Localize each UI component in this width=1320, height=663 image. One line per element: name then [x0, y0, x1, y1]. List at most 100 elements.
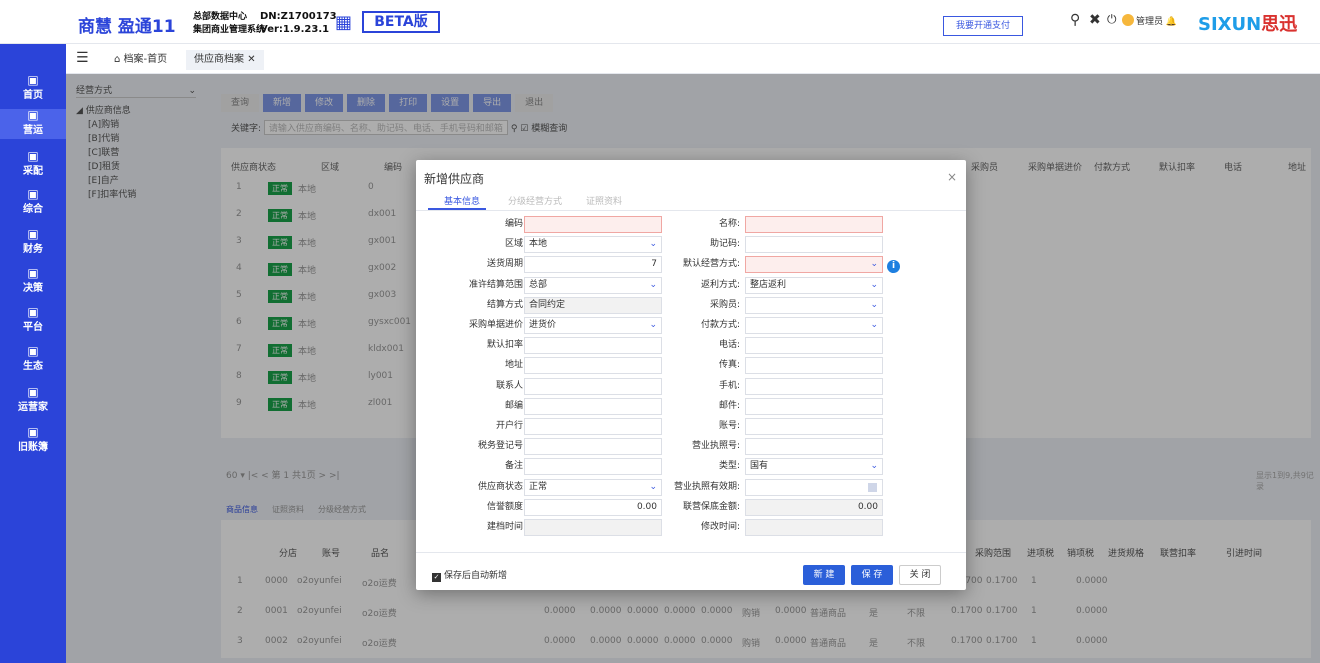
version-label: Ver:1.9.23.1 — [260, 24, 330, 35]
nav-item-platform[interactable]: ▣ 平台 — [0, 306, 66, 336]
nav-item-home[interactable]: ▣ 首页 — [0, 74, 66, 104]
text-field[interactable] — [745, 438, 883, 456]
field-label: 传真: — [718, 360, 740, 371]
tab-tier-operation[interactable]: 分级经营方式 — [508, 194, 562, 207]
tab-licenses[interactable]: 证照资料 — [586, 194, 622, 207]
field-label: 返利方式: — [700, 279, 740, 290]
field-label: 营业执照有效期: — [673, 481, 740, 492]
tab-home[interactable]: ⌂ 档案-首页 — [106, 50, 175, 70]
field-value: 整店返利 — [750, 279, 787, 290]
beta-badge: BETA版 — [362, 11, 440, 33]
bell-icon[interactable]: 🔔 — [1166, 17, 1177, 27]
field-label: 送货周期: — [486, 259, 526, 270]
company-logo: SIXUN思迅 — [1198, 10, 1297, 36]
text-field[interactable] — [745, 236, 883, 254]
chevron-down-icon: ⌄ — [870, 279, 878, 290]
nav-item-label: 采配 — [23, 166, 43, 177]
field-value: 本地 — [529, 239, 548, 250]
operations-icon: ▣ — [27, 108, 39, 122]
nav-item-general[interactable]: ▣ 综合 — [0, 188, 66, 218]
tab-basic-info[interactable]: 基本信息 — [444, 194, 480, 207]
field-label: 邮编: — [504, 400, 526, 411]
nav-item-ops-expert[interactable]: ▣ 运营家 — [0, 386, 66, 416]
field-label: 编码: — [504, 219, 526, 229]
nav-item-operations[interactable]: ▣ 营运 — [0, 109, 66, 139]
nav-item-label: 生态 — [23, 361, 43, 372]
field-label: 手机: — [718, 380, 740, 391]
admin-menu[interactable]: 管理员 🔔 — [1108, 14, 1177, 27]
nav-item-label: 综合 — [23, 204, 43, 215]
field-label: 类型: — [718, 461, 740, 472]
close-icon[interactable]: × — [947, 170, 957, 184]
text-field[interactable] — [745, 377, 883, 395]
tab-home-label: 档案-首页 — [123, 54, 168, 65]
close-tab-icon[interactable]: ✕ — [247, 54, 255, 65]
field-value: 总部 — [529, 279, 548, 290]
nav-item-label: 平台 — [23, 322, 43, 333]
text-field[interactable] — [745, 216, 883, 233]
field-value: 正常 — [529, 481, 548, 492]
nav-item-ecology[interactable]: ▣ 生态 — [0, 345, 66, 375]
field-label: 开户行: — [495, 421, 526, 431]
text-field[interactable] — [745, 397, 883, 415]
field-label: 默认经营方式: — [682, 259, 740, 270]
field-label: 地址: — [504, 360, 526, 371]
tab-bar: ☰ ⌂ 档案-首页 供应商档案 ✕ — [66, 44, 1320, 74]
nav-item-ledger[interactable]: ▣ 旧账簿 — [0, 426, 66, 456]
field-label: 税务登记号: — [477, 441, 526, 452]
nav-item-label: 营运 — [23, 125, 43, 136]
nav-item-finance[interactable]: ▣ 财务 — [0, 228, 66, 258]
close-button[interactable]: 关 闭 — [899, 565, 941, 585]
ledger-icon: ▣ — [27, 425, 39, 439]
text-field[interactable] — [745, 418, 883, 435]
select-field[interactable]: 国有 ⌄ — [745, 458, 883, 476]
select-field[interactable]: ⌄ — [745, 317, 883, 334]
field-value: 国有 — [750, 461, 769, 472]
select-field[interactable]: ⌄ — [745, 256, 883, 274]
nav-item-label: 运营家 — [18, 402, 48, 413]
field-label: 修改时间: — [700, 522, 740, 532]
menu-toggle-icon[interactable]: ☰ — [76, 50, 89, 66]
field-label: 电话: — [718, 340, 740, 351]
text-field[interactable] — [745, 478, 883, 496]
ops-expert-icon: ▣ — [27, 385, 39, 399]
search-icon[interactable]: ⚲ — [1070, 12, 1080, 28]
field-label: 备注: — [504, 461, 526, 472]
info-icon[interactable]: i — [887, 260, 900, 273]
nav-item-label: 旧账簿 — [18, 442, 48, 453]
home-icon: ▣ — [27, 73, 39, 87]
fullscreen-icon[interactable]: ✖ — [1089, 12, 1101, 28]
tab-supplier[interactable]: 供应商档案 ✕ — [186, 50, 264, 70]
field-label: 联系人: — [495, 380, 526, 391]
new-button[interactable]: 新 建 — [803, 565, 845, 585]
qrcode-icon[interactable]: ▦ — [335, 12, 352, 33]
field-label: 结算方式: — [486, 299, 526, 310]
autosave-checkbox[interactable]: ✓ 保存后自动新增 — [432, 568, 507, 582]
field-label: 助记码: — [709, 239, 740, 250]
dialog-title: 新增供应商 — [424, 172, 485, 186]
field-label: 准许结算范围: — [468, 279, 526, 290]
field-label: 采购员: — [709, 299, 740, 310]
nav-item-purchase[interactable]: ▣ 采配 — [0, 150, 66, 180]
field-label: 联营保底金额: — [682, 501, 740, 512]
org-line1: 总部数据中心 — [193, 12, 248, 22]
nav-item-label: 决策 — [23, 283, 43, 294]
general-icon: ▣ — [27, 187, 39, 201]
checkbox-checked-icon: ✓ — [432, 573, 441, 582]
text-field: 0.00 — [745, 498, 883, 516]
select-field[interactable]: 整店返利 ⌄ — [745, 276, 883, 294]
save-button[interactable]: 保 存 — [851, 565, 893, 585]
text-field[interactable] — [745, 357, 883, 375]
select-field[interactable]: ⌄ — [745, 296, 883, 314]
field-label: 区域: — [504, 239, 526, 250]
footer-divider — [416, 552, 966, 553]
field-label: 建档时间: — [486, 522, 526, 532]
calendar-icon[interactable] — [868, 482, 877, 492]
nav-item-decision[interactable]: ▣ 决策 — [0, 267, 66, 297]
enable-payment-button[interactable]: 我要开通支付 — [943, 16, 1023, 36]
tab-supplier-label: 供应商档案 — [194, 54, 244, 65]
chevron-down-icon: ⌄ — [870, 259, 878, 270]
text-field[interactable] — [745, 337, 883, 355]
field-value: 合同约定 — [529, 299, 566, 310]
avatar — [1122, 14, 1134, 26]
